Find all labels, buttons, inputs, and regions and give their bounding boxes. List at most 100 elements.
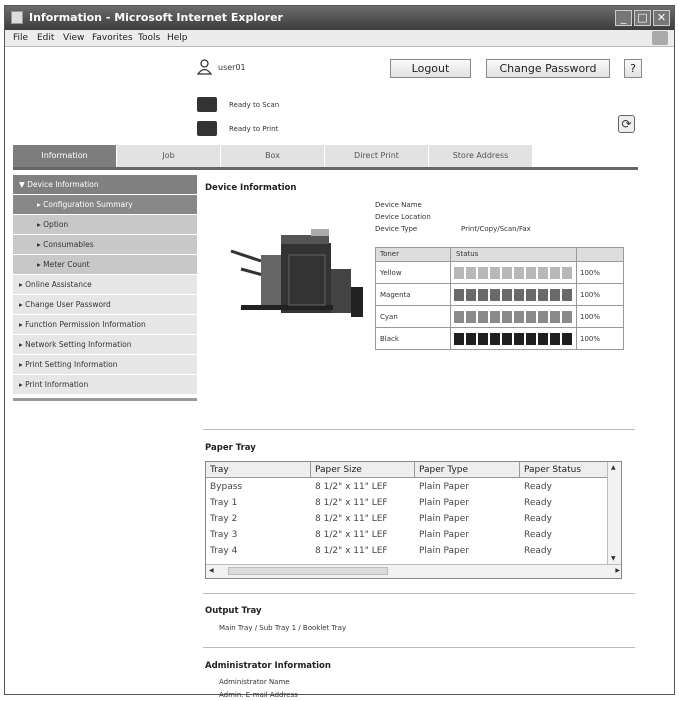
menu-view[interactable]: View bbox=[63, 33, 84, 43]
sidebar-item[interactable]: ▸ Change User Password bbox=[13, 295, 197, 315]
column-header[interactable]: Paper Size bbox=[311, 462, 415, 478]
table-cell: Ready bbox=[524, 514, 552, 524]
device-type-value: Print/Copy/Scan/Fax bbox=[461, 225, 531, 233]
toner-segment bbox=[454, 289, 464, 301]
windows-flag-icon bbox=[652, 31, 668, 45]
menu-edit[interactable]: Edit bbox=[37, 33, 54, 43]
help-button[interactable]: ? bbox=[624, 59, 642, 78]
table-cell: 8 1/2" x 11" LEF bbox=[315, 530, 388, 540]
menu-bar: File Edit View Favorites Tools Help bbox=[5, 30, 674, 47]
printer-icon bbox=[197, 121, 217, 136]
table-cell: Ready bbox=[524, 530, 552, 540]
refresh-button[interactable]: ⟳ bbox=[618, 115, 635, 133]
logout-button[interactable]: Logout bbox=[390, 59, 471, 78]
sidebar-item-label: Print Setting Information bbox=[25, 360, 118, 369]
minimize-button[interactable]: _ bbox=[615, 10, 632, 26]
admin-email-label: Admin. E-mail Address bbox=[219, 691, 298, 699]
sidebar-item[interactable]: ▸ Print Information bbox=[13, 375, 197, 395]
table-cell: Tray 2 bbox=[210, 514, 238, 524]
output-tray-value: Main Tray / Sub Tray 1 / Booklet Tray bbox=[219, 624, 347, 632]
table-cell: Plain Paper bbox=[419, 514, 469, 524]
toner-color-name: Black bbox=[380, 335, 399, 343]
toner-segment bbox=[490, 311, 500, 323]
menu-file[interactable]: File bbox=[13, 33, 28, 43]
sidebar-item-label: Configuration Summary bbox=[43, 200, 133, 209]
tab-store-address[interactable]: Store Address bbox=[429, 145, 533, 167]
menu-favorites[interactable]: Favorites bbox=[92, 33, 133, 43]
tab-box[interactable]: Box bbox=[221, 145, 325, 167]
table-cell: 8 1/2" x 11" LEF bbox=[315, 546, 388, 556]
change-password-button[interactable]: Change Password bbox=[486, 59, 610, 78]
col-divider bbox=[576, 248, 577, 349]
toner-row: Cyan 100% bbox=[376, 305, 623, 327]
toner-row: Yellow 100% bbox=[376, 261, 623, 283]
vertical-scrollbar[interactable]: ▲ ▼ bbox=[607, 462, 621, 564]
toner-segment bbox=[526, 289, 536, 301]
table-cell: Plain Paper bbox=[419, 482, 469, 492]
toner-segment bbox=[478, 311, 488, 323]
table-cell: Tray 4 bbox=[210, 546, 238, 556]
toner-segment bbox=[466, 289, 476, 301]
sidebar-item-label: Consumables bbox=[43, 240, 94, 249]
paper-tray-title: Paper Tray bbox=[205, 443, 256, 453]
close-button[interactable]: ✕ bbox=[653, 10, 670, 26]
table-cell: Plain Paper bbox=[419, 530, 469, 540]
table-cell: Plain Paper bbox=[419, 498, 469, 508]
scroll-up-icon[interactable]: ▲ bbox=[611, 464, 616, 471]
scanner-icon bbox=[197, 97, 217, 112]
status-col-header: Status bbox=[456, 250, 479, 258]
device-type-label: Device Type bbox=[375, 225, 418, 233]
scroll-left-icon[interactable]: ◀ bbox=[209, 567, 214, 574]
tab-job[interactable]: Job bbox=[117, 145, 221, 167]
toner-percent: 100% bbox=[580, 335, 601, 343]
tab-information[interactable]: Information bbox=[13, 145, 117, 167]
toner-row: Black 100% bbox=[376, 327, 623, 349]
toner-segment bbox=[502, 289, 512, 301]
sidebar-item[interactable]: ▸ Consumables bbox=[13, 235, 197, 255]
admin-name-label: Administrator Name bbox=[219, 678, 290, 686]
sidebar-item[interactable]: ▸ Configuration Summary bbox=[13, 195, 197, 215]
maximize-button[interactable]: □ bbox=[634, 10, 651, 26]
toner-segment bbox=[514, 311, 524, 323]
toner-segment bbox=[538, 289, 548, 301]
sidebar-item[interactable]: ▸ Network Setting Information bbox=[13, 335, 197, 355]
column-header[interactable]: Tray bbox=[206, 462, 311, 478]
toner-segment bbox=[526, 267, 536, 279]
sidebar-item[interactable]: ▸ Option bbox=[13, 215, 197, 235]
user-name: user01 bbox=[218, 63, 246, 72]
toner-segment bbox=[466, 311, 476, 323]
toner-segment bbox=[502, 267, 512, 279]
menu-help[interactable]: Help bbox=[167, 33, 188, 43]
table-cell: Ready bbox=[524, 482, 552, 492]
table-cell: Tray 1 bbox=[210, 498, 238, 508]
toner-segment bbox=[454, 333, 464, 345]
horizontal-scrollbar[interactable]: ◀ ▶ bbox=[206, 564, 621, 578]
sidebar-item[interactable]: ▸ Meter Count bbox=[13, 255, 197, 275]
col-divider bbox=[450, 248, 451, 349]
mfp-device-image bbox=[230, 229, 363, 317]
table-cell: 8 1/2" x 11" LEF bbox=[315, 514, 388, 524]
scroll-right-icon[interactable]: ▶ bbox=[615, 567, 620, 574]
device-info-title: Device Information bbox=[205, 183, 297, 193]
admin-info-title: Administrator Information bbox=[205, 661, 331, 671]
scan-status: Ready to Scan bbox=[229, 101, 280, 109]
table-cell: Tray 3 bbox=[210, 530, 238, 540]
column-header[interactable]: Paper Type bbox=[415, 462, 520, 478]
scroll-down-icon[interactable]: ▼ bbox=[611, 555, 616, 562]
sidebar-item[interactable]: ▸ Function Permission Information bbox=[13, 315, 197, 335]
toner-col-header: Toner bbox=[380, 250, 399, 258]
sidebar-item[interactable]: ▼ Device Information bbox=[13, 175, 197, 195]
device-name-label: Device Name bbox=[375, 201, 422, 209]
toner-percent: 100% bbox=[580, 291, 601, 299]
toner-header-row: Toner Status bbox=[376, 248, 623, 261]
scroll-thumb[interactable] bbox=[228, 567, 388, 575]
toner-segment bbox=[550, 289, 560, 301]
sidebar-item[interactable]: ▸ Print Setting Information bbox=[13, 355, 197, 375]
toner-segment bbox=[514, 267, 524, 279]
toner-segment bbox=[562, 333, 572, 345]
column-header[interactable]: Paper Status bbox=[520, 462, 609, 478]
menu-tools[interactable]: Tools bbox=[138, 33, 160, 43]
sidebar-item[interactable]: ▸ Online Assistance bbox=[13, 275, 197, 295]
main-tabs: Information Job Box Direct Print Store A… bbox=[13, 145, 638, 170]
tab-direct-print[interactable]: Direct Print bbox=[325, 145, 429, 167]
